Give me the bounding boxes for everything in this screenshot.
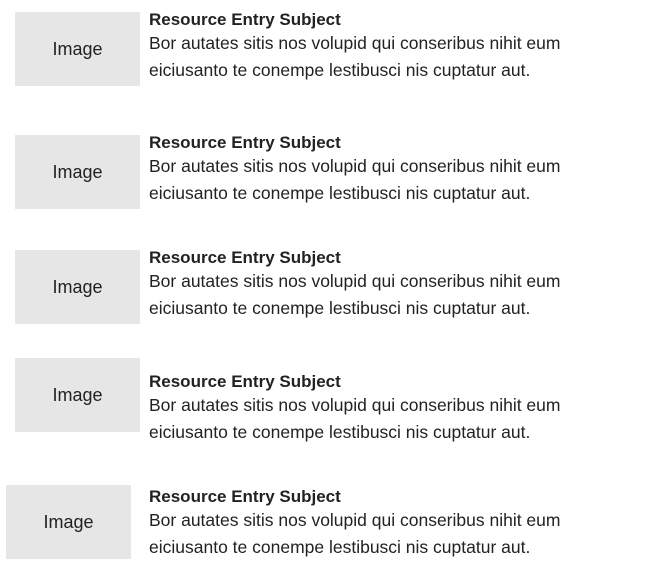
entry-description-line: Bor autates sitis nos volupid qui conser… bbox=[149, 510, 561, 530]
entry-subject[interactable]: Resource Entry Subject bbox=[149, 248, 655, 268]
entry-image-placeholder[interactable]: Image bbox=[15, 250, 140, 324]
entry-image-label: Image bbox=[52, 384, 103, 405]
entry-subject[interactable]: Resource Entry Subject bbox=[149, 372, 655, 392]
entry-description-line: eiciusanto te conempe lestibusci nis cup… bbox=[149, 60, 531, 80]
entry-subject[interactable]: Resource Entry Subject bbox=[149, 133, 655, 153]
entry-description-line: eiciusanto te conempe lestibusci nis cup… bbox=[149, 422, 531, 442]
resource-entry[interactable]: Image Resource Entry Subject Bor autates… bbox=[0, 10, 655, 110]
entry-image-label: Image bbox=[52, 38, 103, 59]
entry-image-placeholder[interactable]: Image bbox=[15, 135, 140, 209]
entry-description-line: Bor autates sitis nos volupid qui conser… bbox=[149, 395, 561, 415]
resource-entry[interactable]: Image Resource Entry Subject Bor autates… bbox=[0, 358, 655, 472]
entry-image-placeholder[interactable]: Image bbox=[15, 12, 140, 86]
resource-entry[interactable]: Image Resource Entry Subject Bor autates… bbox=[0, 248, 655, 348]
entry-subject[interactable]: Resource Entry Subject bbox=[149, 487, 655, 507]
entry-image-label: Image bbox=[43, 511, 94, 532]
entry-description-line: eiciusanto te conempe lestibusci nis cup… bbox=[149, 183, 531, 203]
entry-text: Resource Entry Subject Bor autates sitis… bbox=[149, 248, 655, 322]
entry-description-line: Bor autates sitis nos volupid qui conser… bbox=[149, 156, 561, 176]
resource-entry[interactable]: Image Resource Entry Subject Bor autates… bbox=[0, 133, 655, 233]
entry-description-line: eiciusanto te conempe lestibusci nis cup… bbox=[149, 537, 531, 557]
entry-image-placeholder[interactable]: Image bbox=[6, 485, 131, 559]
entry-description-line: Bor autates sitis nos volupid qui conser… bbox=[149, 271, 561, 291]
resource-entry[interactable]: Image Resource Entry Subject Bor autates… bbox=[0, 485, 655, 587]
entry-image-label: Image bbox=[52, 161, 103, 182]
entry-image-placeholder[interactable]: Image bbox=[15, 358, 140, 432]
entry-text: Resource Entry Subject Bor autates sitis… bbox=[149, 133, 655, 207]
entry-text: Resource Entry Subject Bor autates sitis… bbox=[149, 10, 655, 84]
entry-text: Resource Entry Subject Bor autates sitis… bbox=[149, 487, 655, 561]
entry-description-line: Bor autates sitis nos volupid qui conser… bbox=[149, 33, 561, 53]
entry-subject[interactable]: Resource Entry Subject bbox=[149, 10, 655, 30]
entry-description-line: eiciusanto te conempe lestibusci nis cup… bbox=[149, 298, 531, 318]
entry-image-label: Image bbox=[52, 276, 103, 297]
entry-text: Resource Entry Subject Bor autates sitis… bbox=[149, 372, 655, 446]
